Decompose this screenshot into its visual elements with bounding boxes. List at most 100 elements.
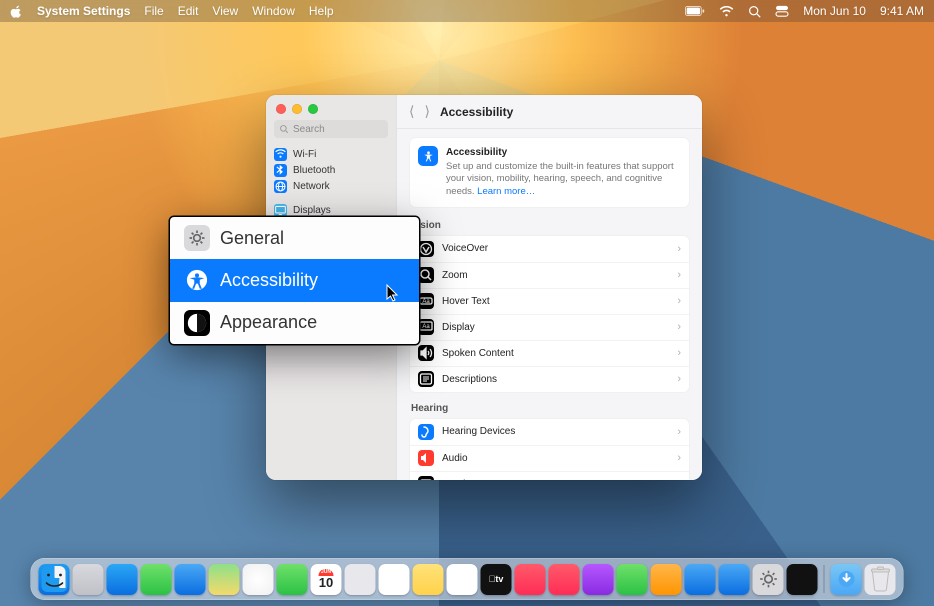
access-icon xyxy=(184,267,210,293)
apple-logo[interactable] xyxy=(10,5,23,18)
section-label-vision: Vision xyxy=(411,220,688,231)
fullscreen-button[interactable] xyxy=(308,104,318,114)
settings-row-descriptions[interactable]: Descriptions › xyxy=(410,366,689,392)
sidebar-item-wi-fi[interactable]: Wi-Fi xyxy=(266,146,396,162)
dock-app-mail[interactable] xyxy=(175,564,206,595)
desc-icon xyxy=(418,371,434,387)
chevron-right-icon: › xyxy=(677,426,681,438)
sidebar-item-displays[interactable]: Displays xyxy=(266,202,396,218)
chevron-right-icon: › xyxy=(677,321,681,333)
dock-app-music[interactable] xyxy=(515,564,546,595)
learn-more-link[interactable]: Learn more… xyxy=(477,186,535,197)
section-group-vision: VoiceOver›Zoom›AaHover Text›AaDisplay›Sp… xyxy=(409,235,690,393)
menubar-item-help[interactable]: Help xyxy=(309,4,334,18)
sidebar-item-bluetooth[interactable]: Bluetooth xyxy=(266,162,396,178)
settings-row-label: Descriptions xyxy=(442,374,497,385)
menubar-item-window[interactable]: Window xyxy=(252,4,295,18)
menubar-app-name[interactable]: System Settings xyxy=(37,4,130,18)
cap-icon: CC xyxy=(418,476,434,480)
dock-app-launchpad[interactable] xyxy=(73,564,104,595)
dock-app-news[interactable] xyxy=(549,564,580,595)
menubar-date[interactable]: Mon Jun 10 xyxy=(803,4,866,18)
dock-app-maps[interactable] xyxy=(209,564,240,595)
toolbar: ⟨ ⟩ Accessibility xyxy=(397,95,702,129)
accessibility-icon xyxy=(418,146,438,166)
callout-item-general[interactable]: General xyxy=(170,217,419,259)
dock: JUN10 tv xyxy=(31,558,904,600)
dock-app-trash[interactable] xyxy=(865,564,896,595)
dock-app-facetime[interactable] xyxy=(277,564,308,595)
settings-row-hover-text[interactable]: AaHover Text› xyxy=(410,288,689,314)
settings-row-label: Captions xyxy=(442,479,481,480)
settings-row-captions[interactable]: CC Captions › xyxy=(410,471,689,480)
svg-text:Aa: Aa xyxy=(422,324,430,330)
menubar-item-edit[interactable]: Edit xyxy=(178,4,199,18)
sidebar-item-label: Wi-Fi xyxy=(293,149,316,160)
settings-row-label: Spoken Content xyxy=(442,348,514,359)
sidebar-item-label: Network xyxy=(293,181,330,192)
control-center-icon[interactable] xyxy=(775,5,789,17)
dock-app-pages[interactable] xyxy=(651,564,682,595)
dock-app-contacts[interactable] xyxy=(345,564,376,595)
back-button[interactable]: ⟨ xyxy=(409,103,414,120)
dock-app-freeform[interactable] xyxy=(447,564,478,595)
hover-icon: Aa xyxy=(418,293,434,309)
window-controls xyxy=(266,95,396,120)
dock-app-iphone-mirror[interactable] xyxy=(787,564,818,595)
dock-app-downloads[interactable] xyxy=(831,564,862,595)
settings-row-spoken-content[interactable]: Spoken Content › xyxy=(410,340,689,366)
callout-item-label: Accessibility xyxy=(220,270,318,291)
gear-icon xyxy=(184,225,210,251)
svg-text:Aa: Aa xyxy=(422,299,430,305)
sidebar-item-network[interactable]: Network xyxy=(266,178,396,194)
dock-app-reminders[interactable] xyxy=(379,564,410,595)
search-placeholder: Search xyxy=(293,124,325,135)
sidebar-item-label: Displays xyxy=(293,205,331,216)
settings-row-hearing-devices[interactable]: Hearing Devices› xyxy=(410,419,689,445)
settings-row-display[interactable]: AaDisplay› xyxy=(410,314,689,340)
dock-app-settings[interactable] xyxy=(753,564,784,595)
close-button[interactable] xyxy=(276,104,286,114)
dock-app-podcasts[interactable] xyxy=(583,564,614,595)
section-label-hearing: Hearing xyxy=(411,403,688,414)
callout-item-label: General xyxy=(220,228,284,249)
dock-app-notes[interactable] xyxy=(413,564,444,595)
menubar-item-file[interactable]: File xyxy=(144,4,163,18)
zoom-icon xyxy=(418,267,434,283)
chevron-right-icon: › xyxy=(677,373,681,385)
dock-app-calendar[interactable]: JUN10 xyxy=(311,564,342,595)
chevron-right-icon: › xyxy=(677,347,681,359)
spotlight-icon[interactable] xyxy=(748,5,761,18)
banner-heading: Accessibility xyxy=(446,146,681,160)
dock-app-messages[interactable] xyxy=(141,564,172,595)
callout-item-appearance[interactable]: Appearance xyxy=(170,302,419,344)
menubar-item-view[interactable]: View xyxy=(212,4,238,18)
settings-row-label: Audio xyxy=(442,453,468,464)
chevron-right-icon: › xyxy=(677,269,681,281)
settings-row-zoom[interactable]: Zoom › xyxy=(410,262,689,288)
settings-row-audio[interactable]: Audio› xyxy=(410,445,689,471)
dock-app-tv[interactable]: tv xyxy=(481,564,512,595)
search-input[interactable]: Search xyxy=(274,120,388,138)
menubar-time[interactable]: 9:41 AM xyxy=(880,4,924,18)
dock-app-photos[interactable] xyxy=(243,564,274,595)
spk-icon xyxy=(418,345,434,361)
wifi-icon[interactable] xyxy=(719,6,734,17)
menubar: System Settings File Edit View Window He… xyxy=(0,0,934,22)
sidebar-callout: General Accessibility Appearance xyxy=(170,217,419,344)
dock-app-safari[interactable] xyxy=(107,564,138,595)
minimize-button[interactable] xyxy=(292,104,302,114)
dock-app-finder[interactable] xyxy=(39,564,70,595)
display-icon xyxy=(274,204,287,217)
settings-row-label: Zoom xyxy=(442,270,468,281)
page-title: Accessibility xyxy=(440,105,513,119)
chevron-right-icon: › xyxy=(677,478,681,480)
forward-button[interactable]: ⟩ xyxy=(424,103,429,120)
dock-app-keynote[interactable] xyxy=(685,564,716,595)
callout-item-accessibility[interactable]: Accessibility xyxy=(170,259,419,301)
dock-app-appstore[interactable] xyxy=(719,564,750,595)
battery-icon[interactable] xyxy=(685,6,705,16)
settings-row-voiceover[interactable]: VoiceOver› xyxy=(410,236,689,262)
dock-divider xyxy=(824,565,825,593)
dock-app-numbers[interactable] xyxy=(617,564,648,595)
